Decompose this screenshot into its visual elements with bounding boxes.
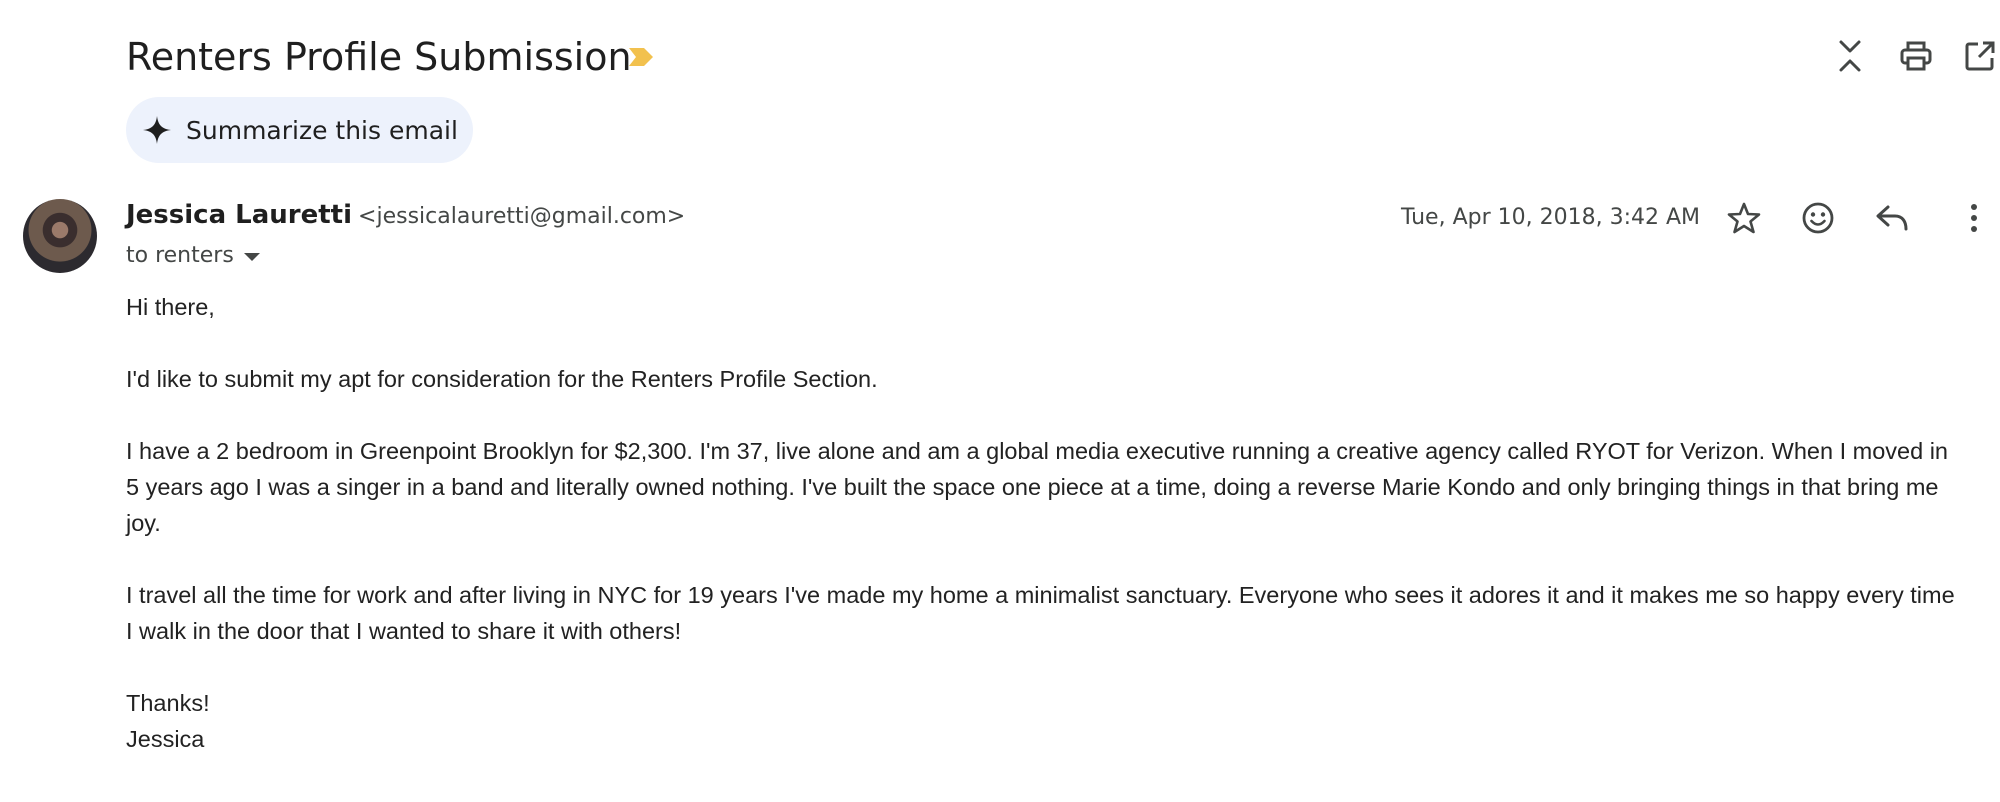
print-icon — [1900, 41, 1932, 71]
body-closing: Thanks! — [126, 690, 210, 716]
body-signature: Jessica — [126, 726, 205, 752]
email-subject: Renters Profile Submission — [126, 35, 632, 79]
email-body: Hi there, I'd like to submit my apt for … — [126, 289, 1966, 757]
emoji-reaction-icon — [1802, 202, 1834, 234]
open-in-new-window-icon — [1965, 41, 1995, 71]
print-button[interactable] — [1896, 36, 1936, 76]
body-paragraph: I travel all the time for work and after… — [126, 582, 1955, 644]
body-greeting: Hi there, — [126, 294, 215, 320]
add-reaction-button[interactable] — [1798, 198, 1838, 238]
sparkle-icon — [143, 116, 171, 144]
sender-info: Jessica Lauretti <jessicalauretti@gmail.… — [126, 200, 685, 234]
reply-icon — [1876, 205, 1908, 231]
more-options-button[interactable] — [1954, 198, 1994, 238]
summarize-email-button[interactable]: Summarize this email — [126, 97, 473, 163]
reply-button[interactable] — [1872, 198, 1912, 238]
chevron-down-icon — [243, 253, 260, 261]
recipients-dropdown[interactable]: to renters — [126, 240, 260, 270]
sender-email: <jessicalauretti@gmail.com> — [358, 204, 686, 229]
star-button[interactable] — [1724, 198, 1764, 238]
body-paragraph: I have a 2 bedroom in Greenpoint Brookly… — [126, 438, 1948, 536]
open-in-new-window-button[interactable] — [1960, 36, 2000, 76]
star-icon — [1727, 202, 1761, 234]
collapse-all-icon — [1839, 40, 1861, 72]
sender-avatar[interactable] — [23, 199, 97, 273]
more-options-icon — [1971, 204, 1977, 232]
importance-marker-icon[interactable] — [628, 46, 654, 68]
body-paragraph: I'd like to submit my apt for considerat… — [126, 366, 878, 392]
summarize-email-label: Summarize this email — [186, 115, 458, 145]
message-date: Tue, Apr 10, 2018, 3:42 AM — [1401, 205, 1700, 230]
collapse-all-button[interactable] — [1830, 36, 1870, 76]
recipients-label: to renters — [126, 242, 234, 268]
sender-name[interactable]: Jessica Lauretti — [126, 200, 352, 230]
